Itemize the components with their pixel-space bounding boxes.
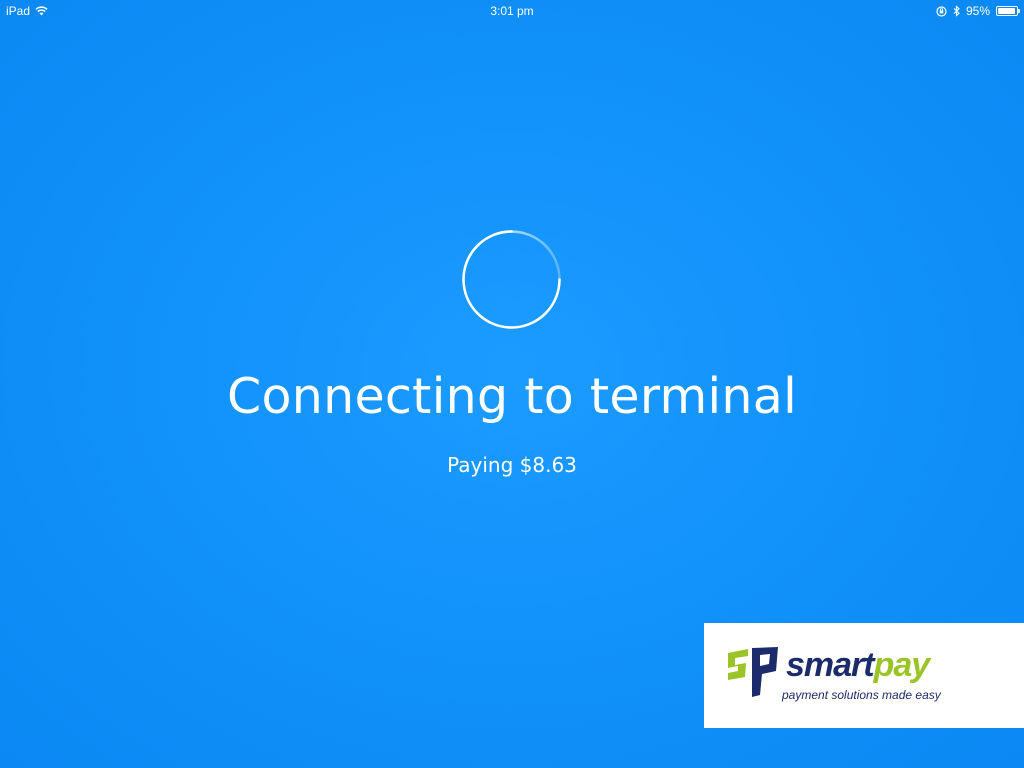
logo-tagline: payment solutions made easy bbox=[782, 688, 941, 702]
status-right: 95% bbox=[936, 4, 1020, 18]
orientation-lock-icon bbox=[936, 5, 947, 17]
status-time: 3:01 pm bbox=[490, 4, 534, 18]
battery-level bbox=[998, 8, 1016, 14]
battery-icon bbox=[996, 6, 1020, 16]
loading-spinner-icon bbox=[462, 230, 561, 329]
bluetooth-icon bbox=[953, 5, 960, 17]
smartpay-mark-icon bbox=[728, 647, 778, 697]
brand-part-smart: smart bbox=[786, 646, 875, 684]
smartpay-wordmark: smartpay bbox=[786, 645, 931, 685]
payment-amount-text: Paying $8.63 bbox=[447, 453, 577, 477]
smartpay-logo: smartpay payment solutions made easy bbox=[704, 623, 1024, 728]
connecting-title: Connecting to terminal bbox=[226, 368, 797, 425]
battery-percent: 95% bbox=[965, 4, 990, 18]
status-bar: iPad 3:01 pm 95% bbox=[0, 0, 1024, 22]
brand-part-pay: pay bbox=[873, 646, 931, 684]
